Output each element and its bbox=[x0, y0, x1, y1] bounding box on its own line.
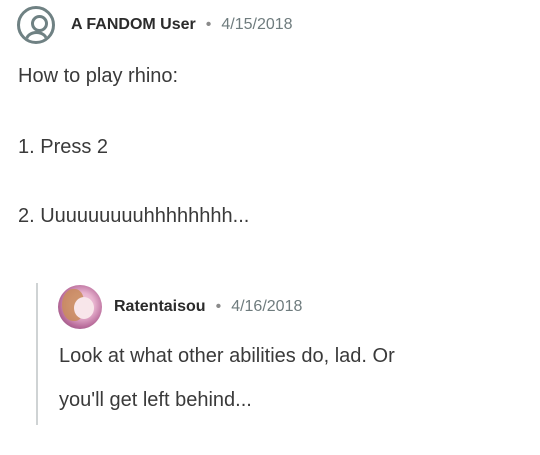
reply-header: Ratentaisou • 4/16/2018 bbox=[58, 285, 302, 329]
post-header: A FANDOM User • 4/15/2018 bbox=[17, 5, 293, 45]
post-date[interactable]: 4/15/2018 bbox=[221, 16, 292, 34]
reply-thread: Ratentaisou • 4/16/2018 Look at what oth… bbox=[36, 283, 528, 425]
post-separator: • bbox=[205, 16, 212, 33]
avatar-shoulders bbox=[25, 31, 48, 41]
reply-author[interactable]: Ratentaisou bbox=[114, 298, 206, 316]
reply-body-line-1: Look at what other abilities do, lad. Or bbox=[59, 345, 395, 367]
avatar-head bbox=[31, 15, 48, 32]
post-body-line-1: How to play rhino: bbox=[18, 65, 179, 87]
post-body-line-2: 1. Press 2 bbox=[18, 136, 109, 158]
default-user-avatar-icon[interactable] bbox=[17, 6, 55, 44]
user-avatar[interactable] bbox=[58, 285, 102, 329]
reply-date[interactable]: 4/16/2018 bbox=[231, 298, 302, 316]
post-body-line-3: 2. Uuuuuuuuuhhhhhhhh... bbox=[18, 205, 250, 227]
post-author: A FANDOM User bbox=[71, 16, 196, 33]
reply-body-line-2: you'll get left behind... bbox=[59, 389, 252, 411]
avatar-face bbox=[74, 297, 94, 319]
reply-separator: • bbox=[215, 298, 222, 315]
